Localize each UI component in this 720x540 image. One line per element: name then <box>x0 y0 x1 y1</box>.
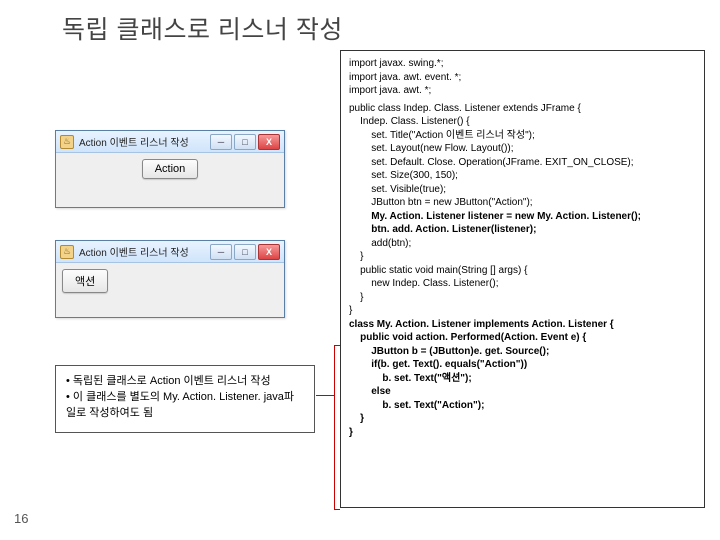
code-line-highlight: class My. Action. Listener implements Ac… <box>349 318 696 332</box>
code-line-highlight: if(b. get. Text(). equals("Action")) <box>349 358 696 372</box>
window-title: Action 이벤트 리스너 작성 <box>79 134 208 149</box>
code-line-highlight: b. set. Text("Action"); <box>349 399 696 413</box>
code-line: public static void main(String [] args) … <box>349 264 696 278</box>
desc-bullet: • 독립된 클래스로 Action 이벤트 리스너 작성 <box>66 374 304 390</box>
code-line-highlight: else <box>349 385 696 399</box>
code-line: set. Title("Action 이벤트 리스너 작성"); <box>349 129 696 143</box>
code-line-highlight: btn. add. Action. Listener(listener); <box>349 223 696 237</box>
window-body: Action <box>56 153 284 207</box>
code-line-highlight: } <box>349 412 696 426</box>
minimize-button[interactable]: ─ <box>210 244 232 260</box>
code-line-highlight: } <box>349 426 696 440</box>
window-titlebar: ♨ Action 이벤트 리스너 작성 ─ □ X <box>56 241 284 263</box>
code-line: set. Default. Close. Operation(JFrame. E… <box>349 156 696 170</box>
maximize-button[interactable]: □ <box>234 244 256 260</box>
code-line: Indep. Class. Listener() { <box>349 115 696 129</box>
description-box: • 독립된 클래스로 Action 이벤트 리스너 작성 • 이 클래스를 별도… <box>55 365 315 433</box>
minimize-button[interactable]: ─ <box>210 134 232 150</box>
code-line-highlight: public void action. Performed(Action. Ev… <box>349 331 696 345</box>
example-window-2: ♨ Action 이벤트 리스너 작성 ─ □ X 액션 <box>55 240 285 318</box>
callout-brace <box>334 345 340 510</box>
code-line-highlight: My. Action. Listener listener = new My. … <box>349 210 696 224</box>
code-line-highlight: JButton b = (JButton)e. get. Source(); <box>349 345 696 359</box>
window-body: 액션 <box>56 263 284 317</box>
code-line: } <box>349 291 696 305</box>
code-line: import java. awt. *; <box>349 84 696 98</box>
code-line: public class Indep. Class. Listener exte… <box>349 102 696 116</box>
code-line: } <box>349 250 696 264</box>
action-button[interactable]: Action <box>142 159 199 179</box>
code-line: add(btn); <box>349 237 696 251</box>
callout-connector <box>316 395 334 396</box>
code-line: set. Layout(new Flow. Layout()); <box>349 142 696 156</box>
window-titlebar: ♨ Action 이벤트 리스너 작성 ─ □ X <box>56 131 284 153</box>
desc-bullet: 일로 작성하여도 됨 <box>66 406 304 422</box>
action-button[interactable]: 액션 <box>62 269 108 293</box>
code-line-highlight: b. set. Text("액션"); <box>349 372 696 386</box>
slide-title: 독립 클래스로 리스너 작성 <box>0 0 720 46</box>
java-icon: ♨ <box>60 245 74 259</box>
maximize-button[interactable]: □ <box>234 134 256 150</box>
code-line: } <box>349 304 696 318</box>
code-line: JButton btn = new JButton("Action"); <box>349 196 696 210</box>
desc-bullet: • 이 클래스를 별도의 My. Action. Listener. java파 <box>66 390 304 406</box>
window-title: Action 이벤트 리스너 작성 <box>79 244 208 259</box>
code-line: new Indep. Class. Listener(); <box>349 277 696 291</box>
page-number: 16 <box>14 511 28 526</box>
example-window-1: ♨ Action 이벤트 리스너 작성 ─ □ X Action <box>55 130 285 208</box>
java-icon: ♨ <box>60 135 74 149</box>
code-line: import javax. swing.*; <box>349 57 696 71</box>
code-line: set. Size(300, 150); <box>349 169 696 183</box>
close-button[interactable]: X <box>258 134 280 150</box>
code-panel: import javax. swing.*; import java. awt.… <box>340 50 705 508</box>
code-line: set. Visible(true); <box>349 183 696 197</box>
close-button[interactable]: X <box>258 244 280 260</box>
code-line: import java. awt. event. *; <box>349 71 696 85</box>
